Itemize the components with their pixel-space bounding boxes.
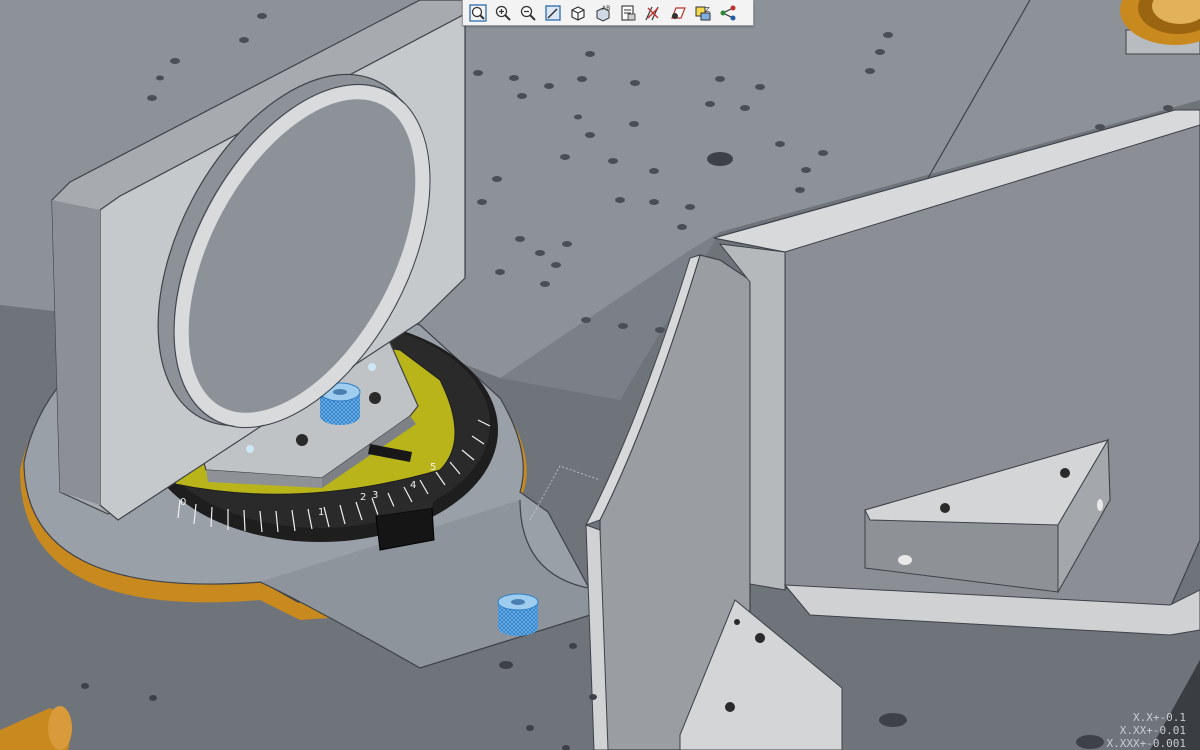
model-scene[interactable]: 0 1 2 3 4 5 [0, 0, 1200, 750]
scale-label-3: 3 [372, 490, 378, 501]
zoom-in-icon [495, 5, 511, 21]
zoom-to-area-icon [544, 4, 561, 21]
annotation-icon [644, 6, 659, 20]
display-style-button[interactable]: AB [591, 2, 615, 24]
zoom-to-fit-button[interactable] [466, 2, 490, 24]
sheet-format-button[interactable] [616, 2, 640, 24]
references-icon [720, 5, 735, 20]
cad-viewport[interactable]: 0 1 2 3 4 5 [0, 0, 1200, 750]
knob-hole [333, 389, 347, 395]
zoom-to-fit-icon [468, 3, 487, 22]
zoom-out-icon [520, 5, 536, 21]
scale-label-0: 0 [180, 497, 186, 508]
section-view-button[interactable] [666, 2, 690, 24]
tolerance-xxx: X.XXX+-0.001 [1106, 737, 1186, 750]
view-settings-button[interactable]: Z [691, 2, 715, 24]
sheet-icon [620, 4, 635, 21]
ab-label: AB [602, 5, 610, 12]
display-style-icon: AB [596, 5, 610, 22]
zoom-out-button[interactable] [516, 2, 540, 24]
zoom-to-area-button[interactable] [541, 2, 565, 24]
scale-label-2: 2 [360, 492, 366, 503]
tolerance-x: X.X+-0.1 [1133, 711, 1186, 724]
tolerance-xx: X.XX+-0.01 [1119, 724, 1186, 737]
view-orientation-button[interactable] [566, 2, 590, 24]
lower-knurled-knob[interactable] [497, 593, 539, 636]
brass-component [1120, 0, 1200, 55]
heads-up-view-toolbar: AB Z [462, 0, 754, 26]
hide-show-annotations-button[interactable] [641, 2, 665, 24]
tolerance-display: X.X+-0.1 X.XX+-0.01 X.XXX+-0.001 [1107, 711, 1186, 750]
references-button[interactable] [716, 2, 740, 24]
scale-label-4: 4 [410, 480, 416, 491]
section-plane-icon [670, 6, 686, 19]
view-settings-icon: Z [695, 6, 710, 20]
scale-label-5: 5 [430, 462, 436, 473]
scale-label-1: 1 [318, 507, 324, 518]
zoom-in-button[interactable] [491, 2, 515, 24]
z-label: Z [705, 6, 710, 14]
cube-icon [570, 5, 585, 21]
